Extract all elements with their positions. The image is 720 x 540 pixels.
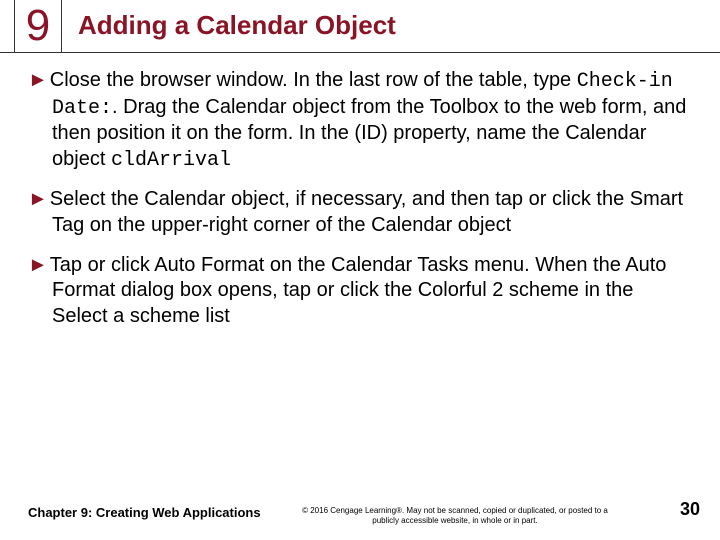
body-content: ►Close the browser window. In the last r…: [28, 68, 692, 343]
page-number: 30: [680, 499, 700, 520]
step-3-text: Tap or click Auto Format on the Calendar…: [50, 254, 667, 327]
bullet-arrow-icon: ►: [28, 69, 48, 91]
chapter-number-box: 9: [14, 0, 62, 52]
slide: 9 Adding a Calendar Object ►Close the br…: [0, 0, 720, 540]
page-title: Adding a Calendar Object: [78, 10, 396, 41]
step-1: ►Close the browser window. In the last r…: [28, 68, 692, 173]
bullet-arrow-icon: ►: [28, 188, 48, 210]
step-2: ►Select the Calendar object, if necessar…: [28, 187, 692, 238]
step-1-code-2: cldArrival: [111, 149, 231, 172]
footer-copyright: © 2016 Cengage Learning®. May not be sca…: [300, 506, 610, 526]
step-2-text: Select the Calendar object, if necessary…: [50, 188, 683, 236]
step-3: ►Tap or click Auto Format on the Calenda…: [28, 253, 692, 330]
header: 9 Adding a Calendar Object: [0, 0, 720, 53]
chapter-number: 9: [26, 1, 50, 50]
bullet-arrow-icon: ►: [28, 254, 48, 276]
footer: Chapter 9: Creating Web Applications © 2…: [0, 486, 720, 526]
footer-chapter-title: Chapter 9: Creating Web Applications: [28, 505, 261, 520]
step-1-lead: Close the browser window. In the last ro…: [50, 69, 577, 91]
